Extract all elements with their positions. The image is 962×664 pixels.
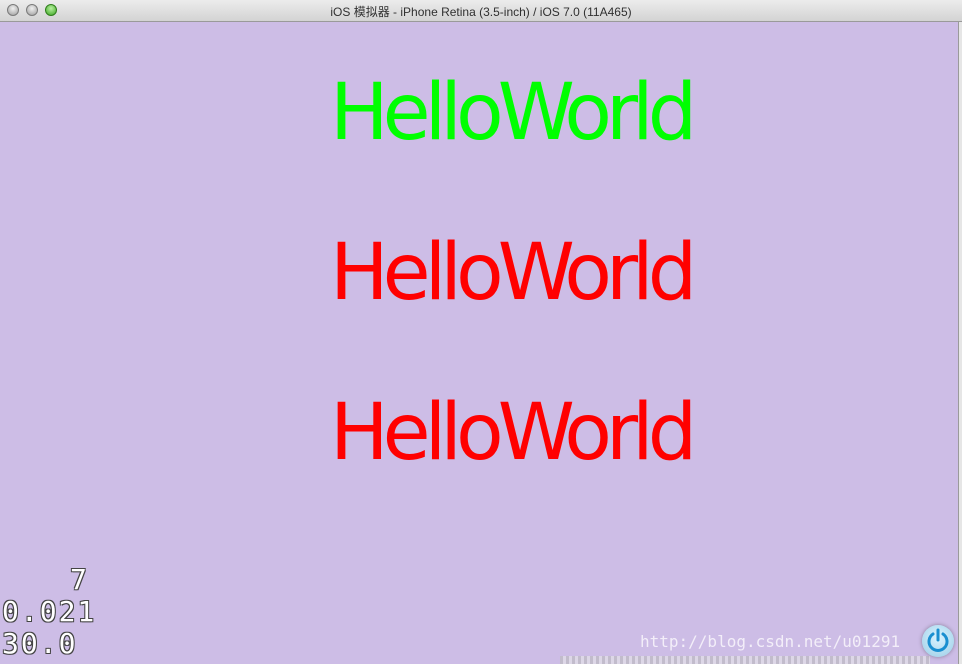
hello-label-green: HelloWorld [330,68,697,158]
stat-draw-calls: 7 [70,563,89,596]
window-right-edge [958,22,962,664]
power-icon[interactable] [922,625,954,657]
simulator-screen[interactable]: HelloWorld HelloWorld HelloWorld 7 0.021… [0,22,958,664]
hello-label-red-1: HelloWorld [330,228,697,318]
simulator-window: iOS 模拟器 - iPhone Retina (3.5-inch) / iOS… [0,0,962,664]
stat-fps: 30.0 [2,627,78,660]
stat-frame-time: 0.021 [2,595,97,628]
title-bar[interactable]: iOS 模拟器 - iPhone Retina (3.5-inch) / iOS… [0,0,962,22]
watermark-text: http://blog.csdn.net/u01291 [640,632,901,651]
hello-label-red-2: HelloWorld [330,388,697,478]
bottom-strip [560,656,930,664]
window-title: iOS 模拟器 - iPhone Retina (3.5-inch) / iOS… [330,5,632,19]
